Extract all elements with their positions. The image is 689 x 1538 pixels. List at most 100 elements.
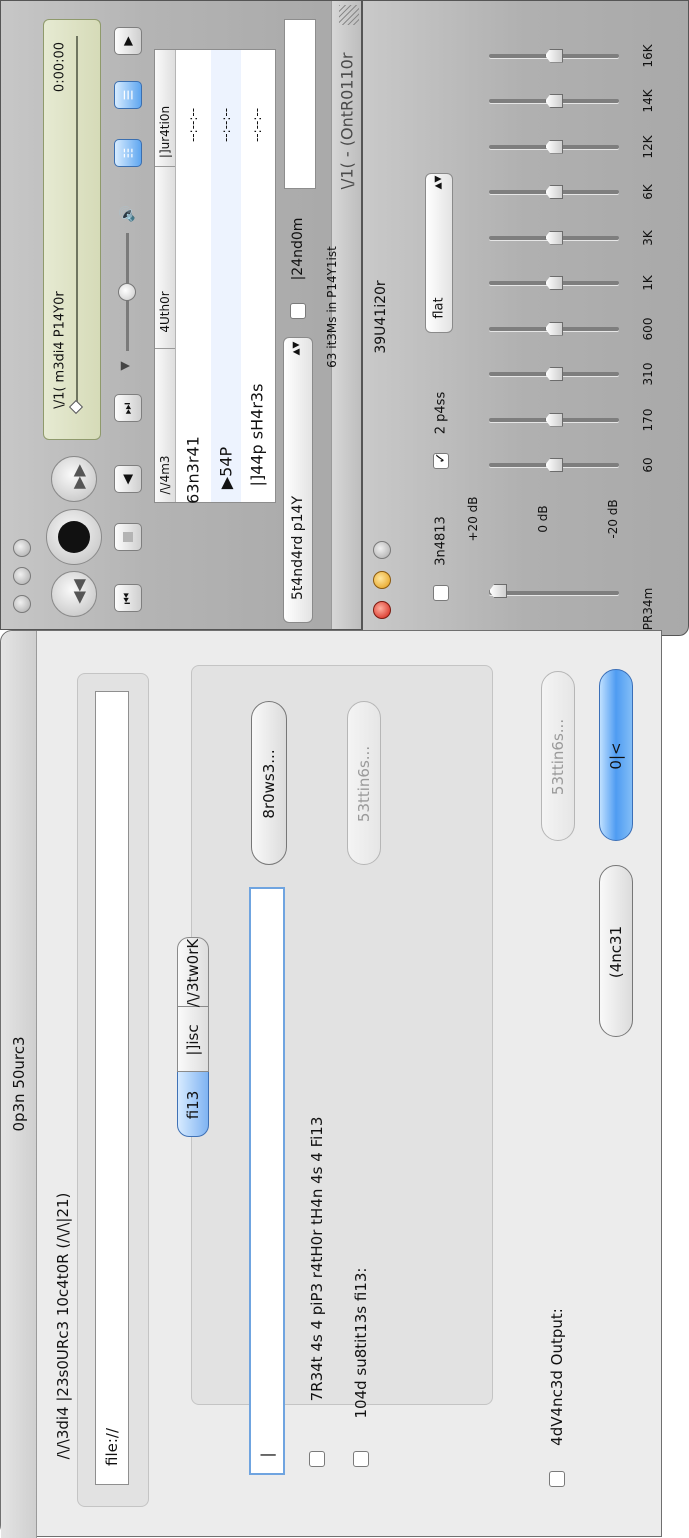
header-divider	[155, 166, 175, 167]
mrl-label: /\/\3di4 |23s0URc3 10c4t0R (/\/\|21)	[54, 1192, 72, 1460]
playlist-icon: ☰	[120, 89, 135, 101]
eq-band-knob[interactable]	[545, 94, 563, 108]
volume-up-icon[interactable]: 🔊	[120, 205, 136, 222]
playlist-row[interactable]: 63n3r41 --:--:--	[175, 50, 211, 504]
volume-down-icon[interactable]: ▼	[118, 361, 132, 370]
stop-icon	[123, 532, 133, 542]
eq-close-button[interactable]	[373, 601, 391, 619]
eq-band-label: 14K	[641, 89, 655, 113]
eq-title: 39U41i20r	[373, 280, 389, 354]
eq-preset-value: flat	[431, 297, 447, 319]
window-minimize-button[interactable]	[13, 567, 31, 585]
playlist-table: /\/4m3 4Uth0r |]ur4ti0n 63n3r41 --:--:--…	[154, 49, 276, 504]
playlist-items-count: 63 it3Ms in P14Y1ist	[325, 246, 339, 368]
next-button[interactable]: ⏭	[114, 394, 142, 422]
playlist-toggle-button[interactable]: ☰	[114, 81, 142, 109]
vlc-controller-window: \/1( - (OntR0110r ◀◀ ▶▶ ⏮ ◀ ⏭ ▼ 🔊 ☷ ☰ ▶ …	[0, 0, 362, 630]
ok-button[interactable]: 0|<	[599, 669, 633, 841]
eq-minimize-button[interactable]	[373, 571, 391, 589]
mrl-field-value: file://	[103, 1427, 121, 1467]
pipe-checkbox[interactable]	[309, 1451, 325, 1467]
popup-arrows-icon: ▲▼	[291, 341, 302, 356]
tab-file-label: fi13	[184, 1090, 202, 1120]
eq-zoom-button[interactable]	[373, 541, 391, 559]
previous-button[interactable]: ⏮	[114, 584, 142, 612]
mrl-field[interactable]: file://	[95, 691, 129, 1485]
playlist-search-field[interactable]	[284, 19, 316, 189]
col-name-header[interactable]: /\/4m3	[158, 455, 172, 494]
rewind-button[interactable]: ◀◀	[51, 571, 97, 617]
eq-two-pass-checkbox[interactable]: ✓	[432, 452, 449, 469]
browse-button-label: 8r0ws3...	[260, 749, 278, 819]
subtitles-checkbox[interactable]	[353, 1451, 369, 1467]
tab-disc[interactable]: |]isc	[177, 1006, 209, 1072]
slower-button[interactable]: ◀	[114, 465, 142, 493]
random-label: |24nd0m	[290, 217, 306, 281]
tab-network[interactable]: /\/3tw0rK	[177, 937, 209, 1007]
preamp-knob[interactable]	[489, 584, 507, 598]
subtitles-label: 104d su8tit13s fi13:	[352, 1267, 370, 1419]
volume-knob[interactable]	[118, 283, 136, 301]
eq-band-label: 16K	[641, 43, 655, 68]
eq-band-label: 6K	[641, 184, 655, 200]
play-mode-select[interactable]: 5t4nd4rd p14Y ▲▼	[283, 337, 313, 623]
vlc-window-title: \/1( - (OntR0110r	[337, 52, 357, 190]
position-slider[interactable]	[76, 36, 78, 408]
eq-enable-label: 3n4813	[433, 516, 449, 566]
window-zoom-button[interactable]	[13, 595, 31, 613]
eq-band-knob[interactable]	[545, 230, 563, 245]
position-knob[interactable]	[68, 399, 84, 415]
output-settings-button-label: 53ttin6s...	[549, 718, 567, 796]
tab-disc-label: |]isc	[184, 1024, 202, 1056]
window-close-button[interactable]	[13, 539, 31, 557]
output-settings-button[interactable]: 53ttin6s...	[541, 671, 575, 841]
eq-band-label: 310	[641, 362, 655, 386]
eq-band-knob[interactable]	[545, 185, 563, 199]
col-author-header[interactable]: 4Uth0r	[158, 291, 172, 332]
col-duration-header[interactable]: |]ur4ti0n	[158, 106, 172, 158]
media-info-label: \/1( m3di4 P14Y0r	[52, 291, 68, 409]
eq-enable-checkbox[interactable]	[433, 585, 449, 601]
dialog-title: 0p3n 50urc3	[10, 1036, 28, 1132]
random-checkbox[interactable]	[290, 303, 306, 319]
rewind-icon: ◀◀	[68, 579, 88, 604]
show-video-button[interactable]: ▶	[114, 27, 142, 55]
source-tab-group	[191, 665, 493, 1405]
triangle-left-icon: ◀	[120, 474, 136, 484]
advanced-output-checkbox[interactable]	[549, 1471, 565, 1487]
stop-button[interactable]	[114, 523, 142, 551]
equalizer-toggle-button[interactable]: ☷	[114, 139, 142, 167]
preamp-slider[interactable]	[489, 591, 619, 595]
playlist-row[interactable]: |]44p sH4r3s --:--:--	[241, 50, 273, 502]
elapsed-time: 0:00:00	[52, 41, 68, 93]
cancel-button-label: (4nc31	[607, 925, 625, 979]
popup-arrows-icon: ▲▼	[433, 175, 444, 190]
db-mid-label: 0 dB	[536, 505, 550, 533]
eq-band-knob[interactable]	[545, 276, 563, 290]
db-bot-label: -20 dB	[606, 499, 620, 539]
cancel-button[interactable]: (4nc31	[599, 865, 633, 1037]
browse-button[interactable]: 8r0ws3...	[251, 701, 287, 865]
eq-band-knob[interactable]	[545, 139, 563, 154]
playlist-row-duration: --:--:--	[219, 107, 233, 143]
file-path-cursor: |	[258, 1452, 276, 1458]
checkmark-icon: ✓	[432, 452, 449, 464]
eq-band-knob[interactable]	[545, 48, 563, 63]
eq-preset-select[interactable]: flat ▲▼	[425, 173, 453, 333]
file-settings-button-label: 53ttin6s...	[355, 745, 373, 823]
resize-grip-icon[interactable]	[339, 5, 359, 25]
equalizer-icon: ☷	[120, 147, 135, 159]
eq-band-knob[interactable]	[545, 412, 563, 427]
eq-band-knob[interactable]	[545, 367, 563, 381]
file-settings-button[interactable]: 53ttin6s...	[347, 701, 381, 865]
play-button[interactable]	[46, 509, 102, 565]
ok-button-label: 0|<	[607, 742, 625, 770]
playlist-row[interactable]: ▶54P --:--:--	[211, 50, 241, 502]
eq-band-label: 3K	[641, 229, 655, 246]
fast-forward-button[interactable]: ▶▶	[51, 456, 97, 502]
pipe-label: 7R34t 4s 4 piP3 r4tH0r tH4n 4s 4 Fi13	[308, 1116, 326, 1402]
eq-band-knob[interactable]	[545, 458, 563, 472]
file-path-field[interactable]: |	[249, 887, 285, 1475]
eq-band-knob[interactable]	[545, 321, 563, 336]
tab-file[interactable]: fi13	[177, 1071, 209, 1137]
